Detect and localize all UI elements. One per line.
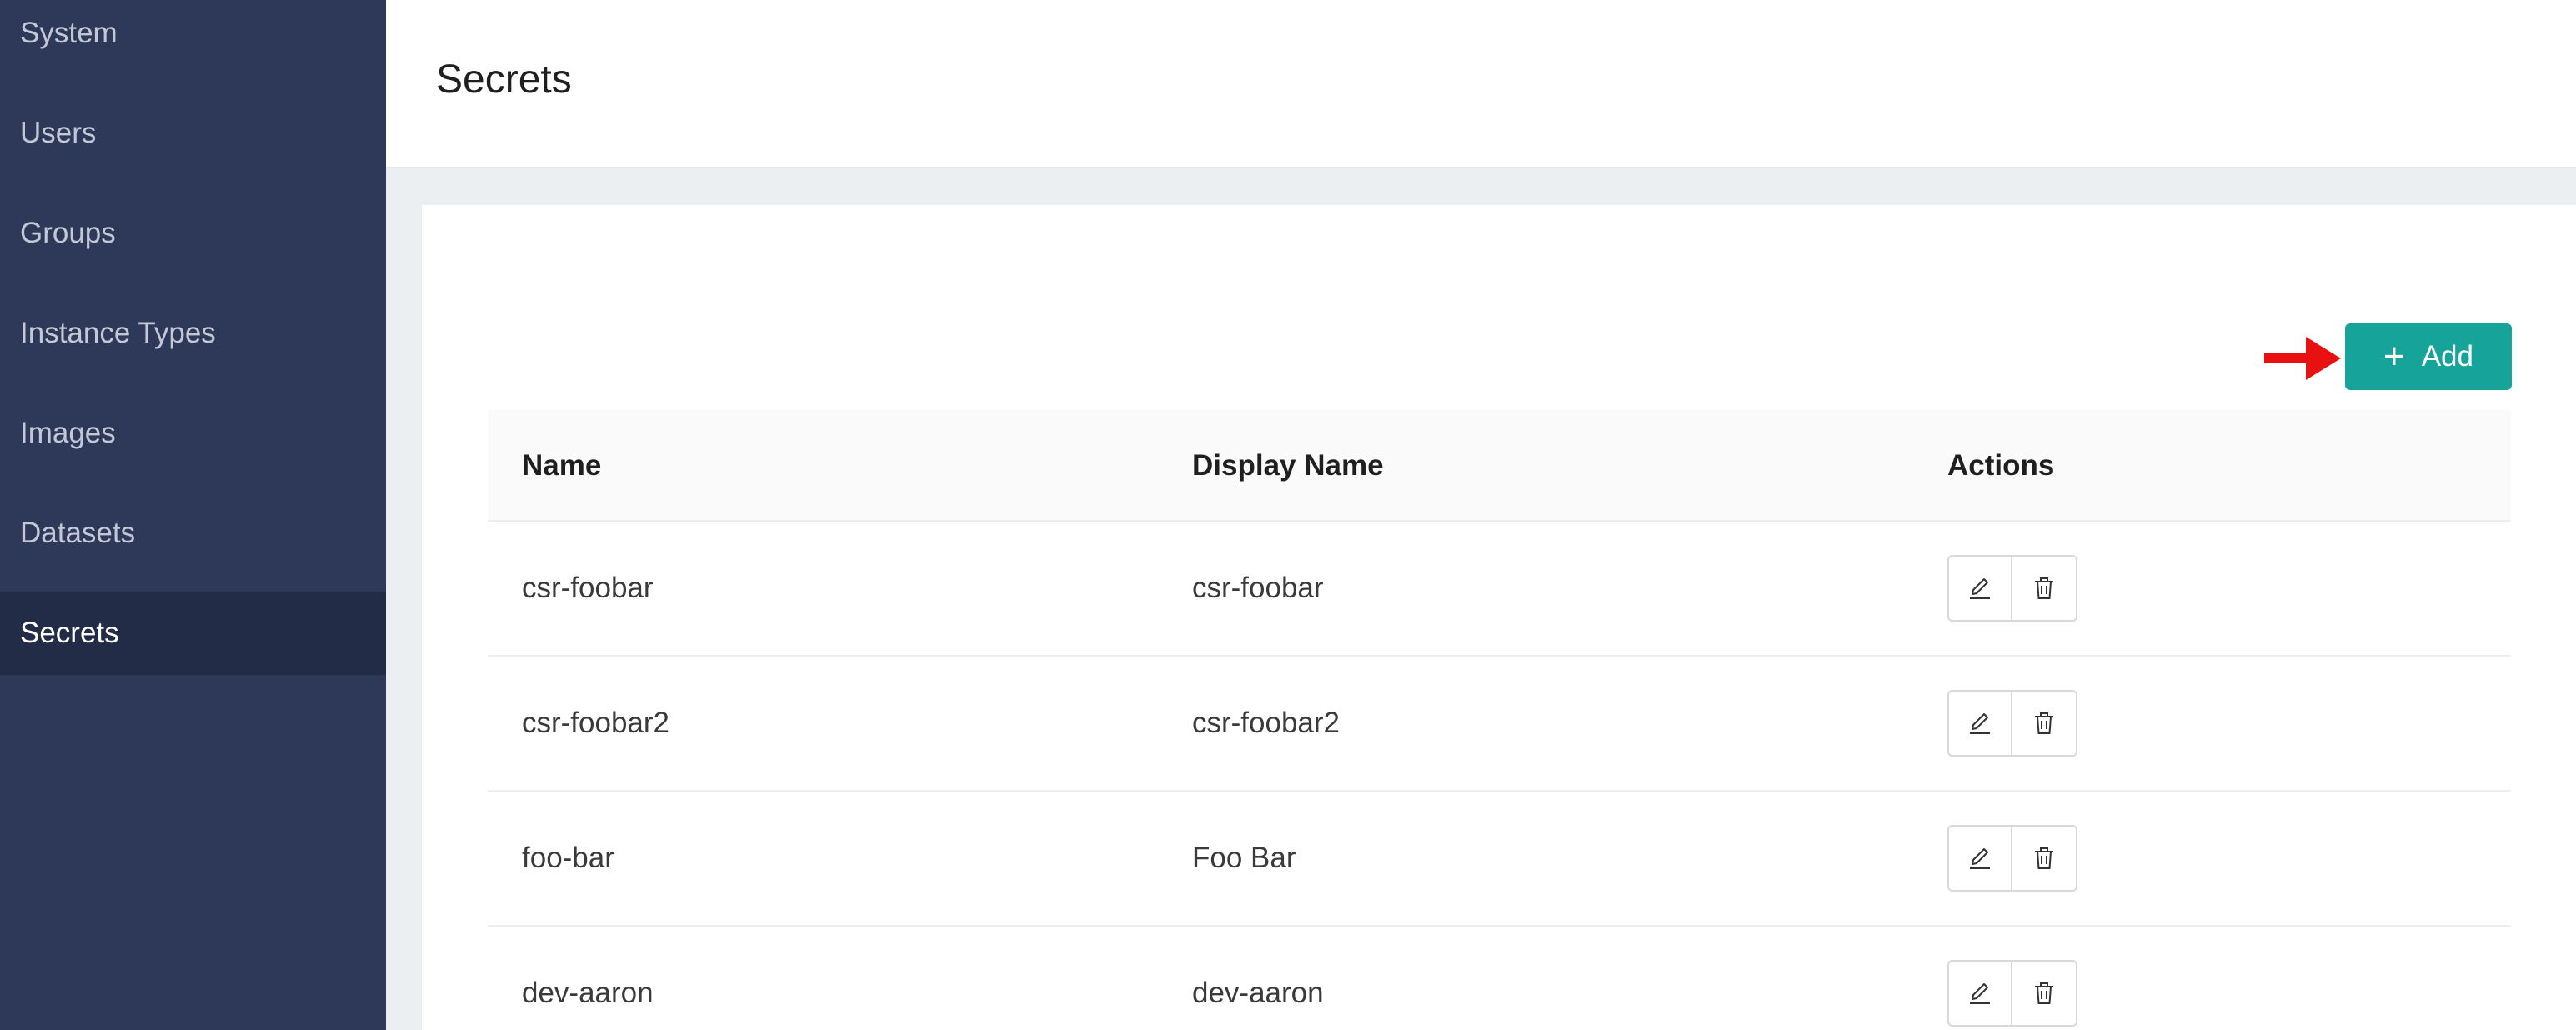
edit-icon (1970, 713, 1990, 734)
cell-name: dev-aaron (522, 977, 654, 1009)
column-header-display-name[interactable]: Display Name (1192, 410, 1384, 522)
sidebar-item-images[interactable]: Images (0, 392, 386, 475)
delete-button[interactable] (2012, 960, 2077, 1027)
edit-icon (1970, 578, 1990, 599)
plus-icon: + (2383, 336, 2405, 377)
cell-actions (1947, 792, 2077, 925)
column-header-actions: Actions (1947, 449, 2055, 482)
cell-display-name: csr-foobar (1192, 572, 1324, 604)
sidebar-item-label: Users (20, 117, 97, 149)
secrets-table: Name Display Name Actions csr-foobar csr… (488, 410, 2511, 1030)
cell-name: csr-foobar2 (522, 707, 670, 739)
add-secret-button[interactable]: + Add (2345, 323, 2512, 390)
delete-icon (2035, 712, 2053, 734)
sidebar-item-system[interactable]: System (0, 0, 386, 75)
cell-display-name: csr-foobar2 (1192, 707, 1341, 739)
edit-button[interactable] (1947, 960, 2012, 1027)
cell-actions (1947, 522, 2077, 655)
app-window: System Users Groups Instance Types Image… (0, 0, 2576, 1030)
delete-button[interactable] (2012, 690, 2077, 757)
sidebar-item-users[interactable]: Users (0, 92, 386, 175)
sidebar-item-datasets[interactable]: Datasets (0, 492, 386, 575)
sidebar-item-label: System (20, 17, 118, 49)
red-arrow-icon (2264, 337, 2341, 380)
sidebar-item-label: Secrets (20, 617, 119, 649)
sidebar-item-label: Images (20, 417, 116, 449)
sidebar-item-secrets[interactable]: Secrets (0, 592, 386, 675)
edit-icon (1970, 983, 1990, 1004)
sidebar: System Users Groups Instance Types Image… (0, 0, 386, 1030)
cell-display-name: Foo Bar (1192, 842, 1296, 874)
delete-button[interactable] (2012, 555, 2077, 622)
table-row: dev-aaron dev-aaron (488, 927, 2511, 1030)
delete-icon (2035, 848, 2053, 869)
cell-name: csr-foobar (522, 572, 654, 604)
edit-button[interactable] (1947, 690, 2012, 757)
table-row: csr-foobar2 csr-foobar2 (488, 657, 2511, 792)
add-button-label: Add (2421, 340, 2473, 372)
sidebar-item-label: Groups (20, 217, 116, 249)
delete-icon (2035, 578, 2053, 599)
sidebar-item-label: Instance Types (20, 317, 216, 349)
cell-name: foo-bar (522, 842, 614, 874)
table-row: csr-foobar csr-foobar (488, 522, 2511, 657)
column-header-name[interactable]: Name (522, 410, 601, 522)
delete-button[interactable] (2012, 825, 2077, 892)
table-row: foo-bar Foo Bar (488, 792, 2511, 927)
table-header: Name Display Name Actions (488, 410, 2511, 522)
edit-button[interactable] (1947, 555, 2012, 622)
cell-actions (1947, 657, 2077, 790)
edit-button[interactable] (1947, 825, 2012, 892)
sidebar-item-groups[interactable]: Groups (0, 192, 386, 275)
page-header: Secrets (386, 0, 2576, 168)
page-title: Secrets (436, 58, 572, 102)
edit-icon (1970, 848, 1990, 869)
cell-display-name: dev-aaron (1192, 977, 1324, 1009)
delete-icon (2035, 982, 2053, 1004)
sidebar-item-instance-types[interactable]: Instance Types (0, 292, 386, 375)
cell-actions (1947, 927, 2077, 1030)
sidebar-item-label: Datasets (20, 517, 136, 549)
